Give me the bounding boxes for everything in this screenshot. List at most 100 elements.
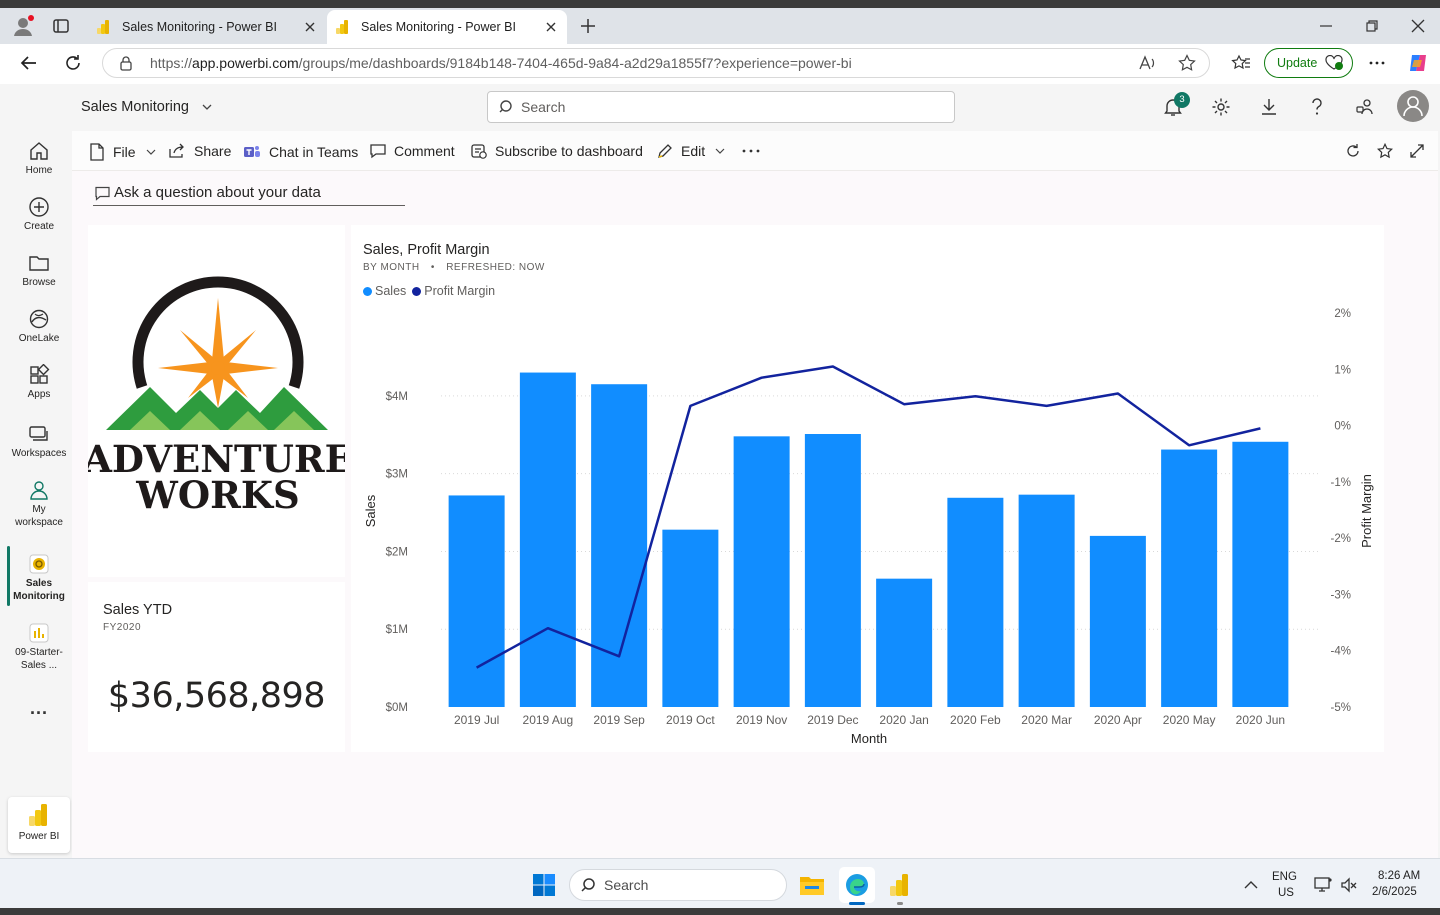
powerbi-favicon-icon [97,20,109,34]
powerbi-taskbar-icon[interactable] [888,873,912,897]
share-button[interactable]: Share [168,143,231,159]
feedback-icon[interactable] [1355,97,1375,117]
favorite-dashboard-icon[interactable] [1377,143,1393,159]
favorites-icon[interactable] [1231,54,1251,72]
adventure-works-logo: ADVENTURE WORKS [88,276,345,517]
share-label: Share [194,143,232,159]
nav-home[interactable]: Home [0,140,78,176]
subscribe-icon [471,144,487,159]
qna-icon [95,186,110,201]
nav-workspaces[interactable]: Workspaces [0,423,78,459]
file-explorer-icon[interactable] [799,873,825,897]
share-icon [169,143,184,158]
nav-label: workspace [15,517,63,528]
brand-label: Power BI [18,831,60,842]
close-tab-icon[interactable] [302,19,318,35]
download-icon[interactable] [1259,97,1279,117]
tab-actions-icon[interactable] [52,17,70,35]
kpi-title: Sales YTD [103,602,173,618]
heart-pulse-icon [1325,55,1344,70]
y2-tick-label: -1% [1331,477,1351,489]
file-icon [90,143,104,161]
chart-subtitle: BY MONTH • REFRESHED: NOW [363,262,545,273]
comment-button[interactable]: Comment [370,143,455,159]
browser-menu-icon[interactable] [1368,54,1386,72]
update-button[interactable]: Update [1264,48,1353,78]
person-icon [1403,96,1423,117]
profile-icon[interactable] [12,14,36,38]
chevron-down-icon [202,104,212,111]
url-prefix: https:// [150,55,193,71]
x-tick-label: 2019 Oct [666,713,715,727]
windows-start-icon[interactable] [532,873,556,897]
close-window-icon[interactable] [1410,18,1426,34]
file-menu-button[interactable]: File [89,143,156,161]
more-options-icon[interactable] [742,146,760,156]
nav-my-workspace[interactable]: My workspace [0,479,78,528]
fullscreen-icon[interactable] [1409,143,1425,159]
input-language[interactable]: ENG [1272,871,1297,883]
back-icon[interactable] [19,53,39,73]
x-tick-label: 2019 Nov [736,713,787,727]
nav-apps[interactable]: Apps [0,364,78,400]
input-region[interactable]: US [1278,887,1294,899]
chart-subtitle-right: REFRESHED: NOW [446,262,545,273]
x-tick-label: 2020 Jan [879,713,928,727]
copilot-icon[interactable] [1407,52,1429,74]
bar [1018,494,1075,707]
nav-label: Sales [25,578,53,589]
logo-tile[interactable]: ADVENTURE WORKS [88,225,345,577]
nav-more-button[interactable]: ... [30,698,48,719]
network-icon[interactable] [1314,876,1334,894]
settings-gear-icon[interactable] [1211,97,1231,117]
new-tab-icon[interactable] [580,18,596,34]
y2-tick-label: -5% [1331,702,1351,714]
browser-tab-2-active[interactable]: Sales Monitoring - Power BI [327,10,567,44]
teams-icon [244,146,260,157]
powerbi-brand-tile[interactable]: Power BI [8,797,70,853]
x-tick-label: 2020 Jun [1236,713,1285,727]
edge-running-indicator [849,902,865,905]
favorite-star-icon[interactable] [1178,54,1196,72]
workspace-title-dropdown[interactable]: Sales Monitoring [81,99,213,115]
subscribe-button[interactable]: Subscribe to dashboard [471,143,643,159]
refresh-dashboard-icon[interactable] [1345,143,1361,159]
nav-starter-sales[interactable]: 09-Starter- Sales ... [0,622,78,671]
nav-create[interactable]: Create [0,196,78,232]
minimize-icon[interactable] [1318,18,1334,34]
volume-muted-icon[interactable] [1340,876,1358,894]
account-avatar[interactable] [1397,90,1429,122]
qna-input[interactable]: Ask a question about your data [114,184,321,201]
clock-time[interactable]: 8:26 AM [1378,870,1420,882]
restore-icon[interactable] [1364,18,1380,34]
chart-subtitle-left: BY MONTH [363,262,420,273]
x-tick-label: 2020 Apr [1094,713,1142,727]
read-aloud-icon[interactable] [1139,55,1157,71]
powerbi-favicon-icon [336,20,348,34]
show-hidden-icons-chevron-icon[interactable] [1243,879,1259,891]
nav-browse[interactable]: Browse [0,252,78,288]
chevron-down-icon [715,148,725,154]
edge-browser-icon[interactable] [839,867,875,903]
logo-line2: WORKS [135,473,299,517]
y2-tick-label: 1% [1334,364,1351,376]
chat-in-teams-button[interactable]: Chat in Teams [243,143,358,161]
nav-onelake[interactable]: OneLake [0,308,78,344]
nav-sales-monitoring[interactable]: Sales Monitoring [0,553,78,602]
clock-date[interactable]: 2/6/2025 [1372,886,1417,898]
help-icon[interactable] [1308,97,1326,117]
lock-icon[interactable] [119,55,133,71]
tab-title: Sales Monitoring - Power BI [361,20,516,34]
update-label: Update [1277,56,1318,70]
y-tick-label: $1M [386,624,408,636]
url-text[interactable]: https://app.powerbi.com/groups/me/dashbo… [150,55,852,71]
browser-tab-1[interactable]: Sales Monitoring - Power BI [88,10,326,44]
tab-title: Sales Monitoring - Power BI [122,20,277,34]
edit-menu-button[interactable]: Edit [657,143,725,159]
close-tab-icon[interactable] [543,19,559,35]
refresh-icon[interactable] [63,53,83,73]
onelake-icon [29,309,49,329]
person-icon [30,481,48,500]
taskbar-search-input[interactable] [569,869,787,901]
y2-tick-label: 0% [1334,421,1351,433]
